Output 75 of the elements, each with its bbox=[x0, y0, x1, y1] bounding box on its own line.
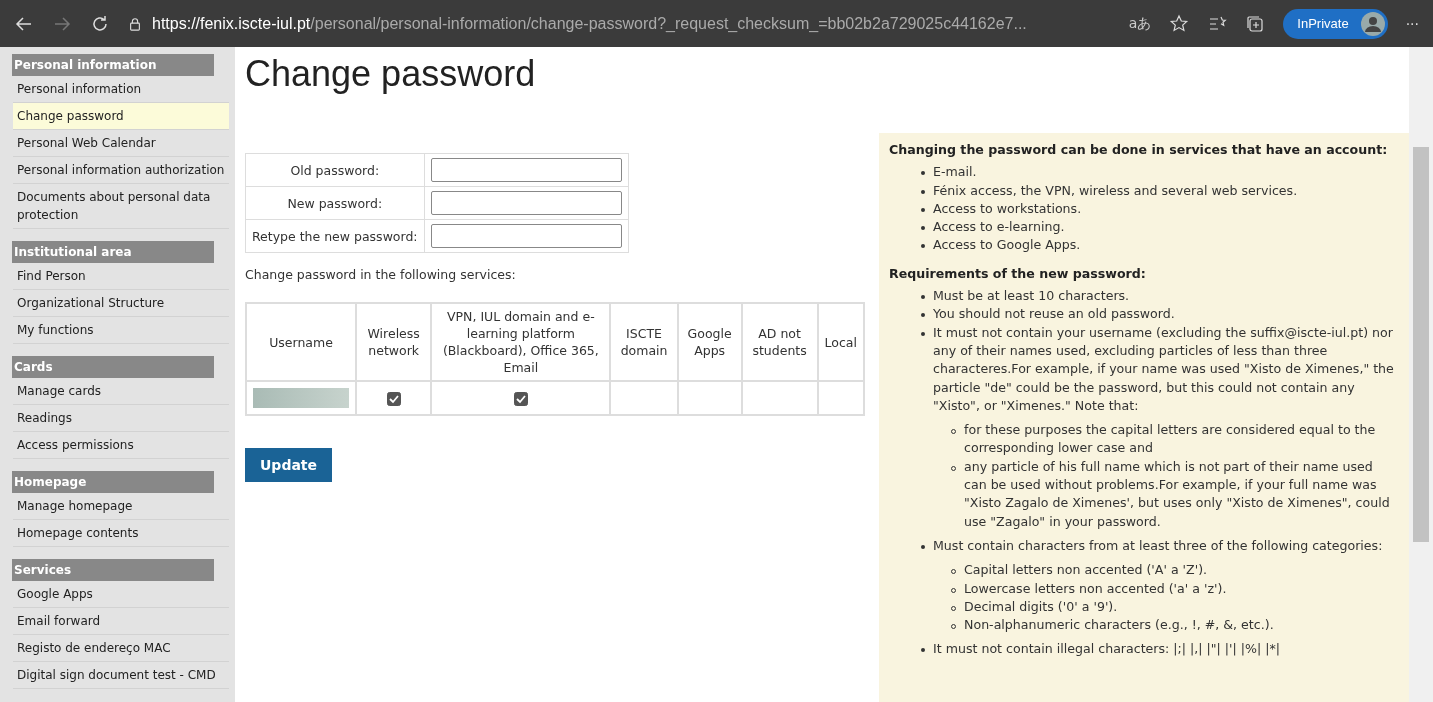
bullet-icon bbox=[921, 189, 925, 194]
column-header: Google Apps bbox=[677, 303, 742, 381]
sidebar-heading: Services bbox=[12, 559, 214, 581]
list-item: Access to Google Apps. bbox=[933, 236, 1081, 255]
list-item: Capital letters non accented ('A' a 'Z'). bbox=[964, 561, 1208, 580]
column-header: Wireless network bbox=[356, 303, 432, 381]
sidebar-item[interactable]: Digital sign document test - CMD bbox=[13, 662, 229, 689]
password-field[interactable] bbox=[430, 158, 622, 182]
info-heading: Requirements of the new password: bbox=[889, 264, 1147, 283]
bullet-icon bbox=[921, 544, 925, 549]
list-item: Must be at least 10 characters. bbox=[933, 287, 1130, 306]
bullet-icon bbox=[921, 331, 925, 336]
sidebar-heading: Homepage bbox=[12, 471, 214, 493]
bullet-icon bbox=[921, 295, 925, 300]
list-item: E-mail. bbox=[933, 163, 977, 182]
list-item: It must not contain your username (excluding the suffix@iscte-iul.pt) nor any of their names used, excluding particles of less than three characteres.For example, if your name was used "Xisto de Ximenes," the particle "de" could be the password, but this could not contain any "Xisto", or "Ximenes." Note that: bbox=[933, 323, 1395, 415]
bullet-icon bbox=[921, 171, 925, 176]
list-item: any particle of his full name which is not part of their name used can be used without problems.For example, if your full name was "Xisto Zagalo de Ximenes', but uses only "Xisto de Ximenes", could use "Zagalo" in your password. bbox=[964, 457, 1391, 531]
column-header: Local bbox=[817, 303, 864, 381]
password-field[interactable] bbox=[430, 191, 622, 215]
sidebar-item[interactable]: Manage homepage bbox=[13, 493, 229, 520]
favorite-add-icon[interactable] bbox=[1169, 13, 1190, 34]
bullet-icon bbox=[921, 244, 925, 249]
collections-icon[interactable] bbox=[1245, 13, 1266, 34]
sidebar-item[interactable]: Access permissions bbox=[13, 432, 229, 459]
more-button[interactable]: ··· bbox=[1405, 15, 1419, 32]
list-item: It must not contain illegal characters: |;| |,| |"| |'| |%| |*| bbox=[933, 640, 1281, 659]
list-item: You should not reuse an old password. bbox=[933, 305, 1175, 324]
sidebar-item[interactable]: Homepage contents bbox=[13, 520, 229, 547]
list-item: Decimal digits ('0' a '9'). bbox=[964, 597, 1118, 616]
field-label: Retype the new password: bbox=[245, 219, 425, 253]
column-header: AD not students bbox=[741, 303, 818, 381]
bullet-icon bbox=[921, 226, 925, 231]
read-aloud-button[interactable]: aあ bbox=[1128, 14, 1152, 33]
sidebar-heading: Institutional area bbox=[12, 241, 214, 263]
sidebar-item[interactable]: Readings bbox=[13, 405, 229, 432]
sidebar-item[interactable]: Email forward bbox=[13, 608, 229, 635]
sidebar-item[interactable]: Documents about personal data protection bbox=[13, 184, 229, 229]
inprivate-button[interactable]: InPrivate bbox=[1283, 8, 1388, 39]
list-item: Access to workstations. bbox=[933, 199, 1082, 218]
sidebar-item[interactable]: Manage cards bbox=[13, 378, 229, 405]
sidebar-item[interactable]: Google Apps bbox=[13, 581, 229, 608]
field-label: New password: bbox=[245, 186, 425, 220]
list-item: Lowercase letters non accented ('a' a 'z'). bbox=[964, 579, 1227, 598]
info-heading: Changing the password can be done in services that have an account: bbox=[889, 141, 1389, 159]
sidebar-item[interactable]: My functions bbox=[13, 317, 229, 344]
sidebar-item[interactable]: Personal Web Calendar bbox=[13, 130, 229, 157]
sidebar-heading: Cards bbox=[12, 356, 214, 378]
field-label: Old password: bbox=[245, 153, 425, 187]
checkbox[interactable] bbox=[386, 392, 401, 406]
avatar-icon bbox=[1360, 11, 1385, 36]
sidebar-item[interactable]: Personal information authorization bbox=[13, 157, 229, 184]
scrollbar[interactable] bbox=[1409, 47, 1433, 702]
list-item: Must contain characters from at least three of the following categories: bbox=[933, 536, 1383, 555]
bullet-icon bbox=[921, 313, 925, 318]
sidebar-item[interactable]: Organizational Structure bbox=[13, 290, 229, 317]
list-item: Non-alphanumeric characters (e.g., !, #, &, etc.). bbox=[964, 616, 1274, 635]
services-caption: Change password in the following services: bbox=[245, 267, 517, 282]
update-button[interactable]: Update bbox=[245, 448, 333, 482]
bullet-icon bbox=[921, 648, 925, 653]
column-header: Username bbox=[246, 303, 356, 381]
checkbox[interactable] bbox=[513, 392, 528, 406]
sidebar-item[interactable]: Registo de endereço MAC bbox=[13, 635, 229, 662]
lock-icon bbox=[128, 16, 142, 31]
refresh-icon[interactable] bbox=[90, 13, 110, 34]
column-header: VPN, IUL domain and e-learning platform (Blackboard), Office 365, Email bbox=[431, 303, 611, 381]
column-header: ISCTE domain bbox=[610, 303, 678, 381]
bullet-icon bbox=[921, 207, 925, 212]
list-item: Fénix access, the VPN, wireless and several web services. bbox=[933, 181, 1298, 200]
page-title: Change password bbox=[245, 53, 537, 95]
list-item: Access to e-learning. bbox=[933, 218, 1065, 237]
password-field[interactable] bbox=[430, 224, 622, 248]
sidebar-item[interactable]: Find Person bbox=[13, 263, 229, 290]
sidebar-item[interactable]: Change password bbox=[13, 103, 229, 130]
sidebar-heading: Personal information bbox=[12, 54, 214, 76]
